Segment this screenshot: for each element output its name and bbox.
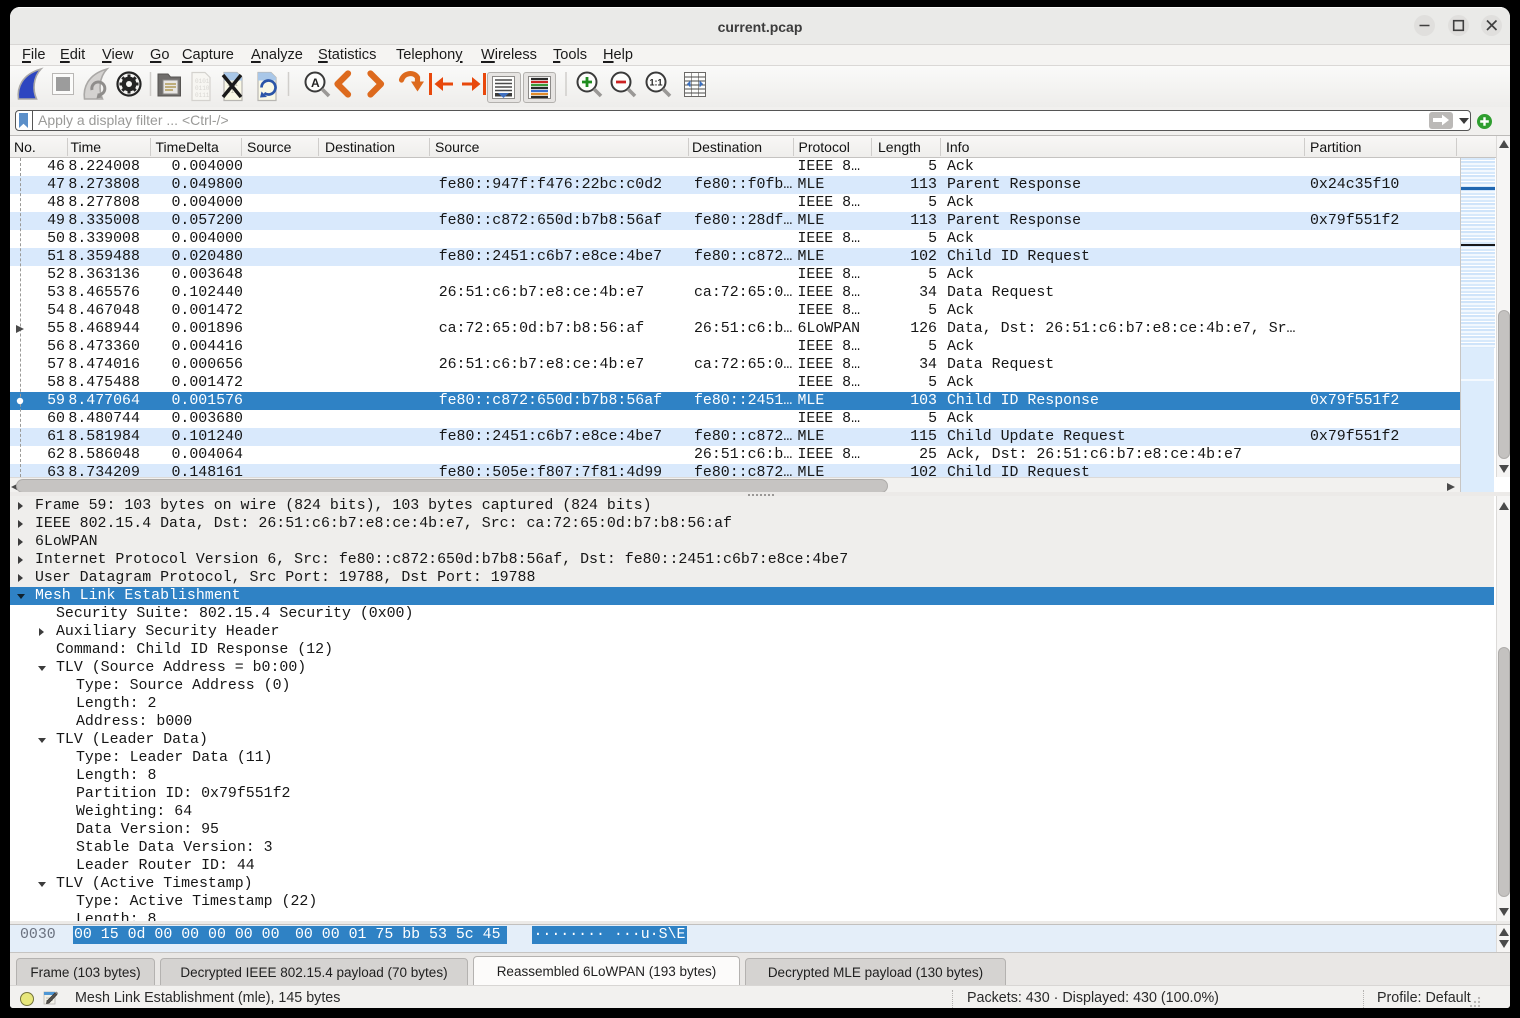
svg-text:0101: 0101	[195, 78, 210, 85]
svg-text:0110: 0110	[195, 85, 210, 92]
svg-text:1:1: 1:1	[650, 78, 663, 88]
svg-text:0111: 0111	[195, 92, 210, 99]
svg-text:A: A	[311, 76, 320, 90]
